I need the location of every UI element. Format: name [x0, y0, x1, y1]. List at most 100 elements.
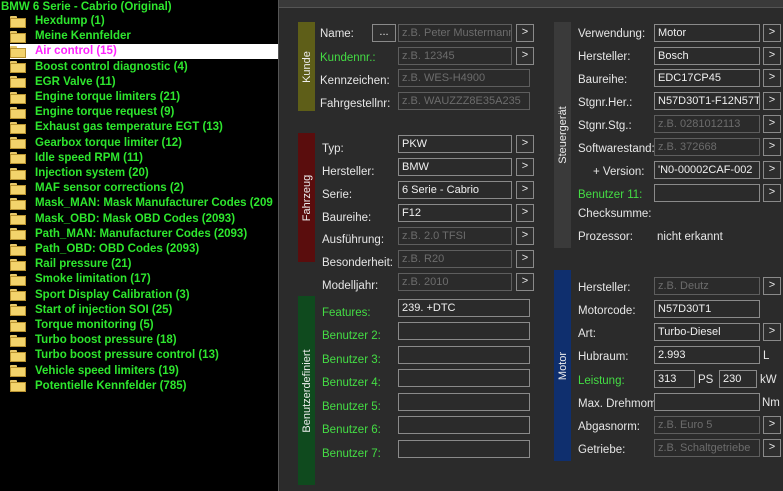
- motor-leistung-ps-field[interactable]: 313: [654, 370, 695, 388]
- stg-benutzer11-field[interactable]: [654, 184, 760, 202]
- tree-item[interactable]: Hexdump (1): [10, 14, 278, 29]
- section-fahrzeug-label: Fahrzeug: [300, 174, 313, 221]
- stg-verwendung-arrow-button[interactable]: >: [763, 24, 781, 42]
- fahrzeug-ausfuehrung-field[interactable]: z.B. 2.0 TFSI: [398, 227, 512, 245]
- tree-item[interactable]: Path_OBD: OBD Codes (2093): [10, 242, 278, 257]
- fahrzeug-hersteller-arrow-button[interactable]: >: [516, 158, 534, 176]
- tree-item[interactable]: Air control (15): [10, 44, 278, 60]
- stg-verwendung-label: Verwendung:: [578, 28, 646, 40]
- tree-item[interactable]: Meine Kennfelder: [10, 29, 278, 44]
- motor-abgasnorm-field[interactable]: z.B. Euro 5: [654, 416, 760, 434]
- fahrzeug-baureihe-field[interactable]: F12: [398, 204, 512, 222]
- tree-item[interactable]: Torque monitoring (5): [10, 318, 278, 333]
- tree-item-label: Start of injection SOI (25): [35, 303, 173, 316]
- motor-art-arrow-button[interactable]: >: [763, 323, 781, 341]
- kunde-fahrgestellnr-field[interactable]: z.B. WAUZZZ8E35A235: [398, 92, 530, 110]
- tree-item[interactable]: Mask_MAN: Mask Manufacturer Codes (209: [10, 196, 278, 211]
- tree-item[interactable]: Turbo boost pressure control (13): [10, 348, 278, 363]
- motor-hubraum-field[interactable]: 2.993: [654, 346, 760, 364]
- tree-item-label: Air control (15): [35, 45, 117, 58]
- stg-version-arrow-button[interactable]: >: [763, 161, 781, 179]
- tree-item[interactable]: Start of injection SOI (25): [10, 303, 278, 318]
- fahrzeug-ausfuehrung-arrow-button[interactable]: >: [516, 227, 534, 245]
- map-tree[interactable]: BMW 6 Serie - Cabrio (Original) Hexdump …: [0, 0, 278, 491]
- fahrzeug-modelljahr-field[interactable]: z.B. 2010: [398, 273, 512, 291]
- benutzer-field-input[interactable]: [398, 345, 530, 364]
- fahrzeug-besonderheit-field[interactable]: z.B. R20: [398, 250, 512, 268]
- fahrzeug-serie-field[interactable]: 6 Serie - Cabrio: [398, 181, 512, 199]
- motor-art-field[interactable]: Turbo-Diesel: [654, 323, 760, 341]
- stg-stgnr-her-arrow-button[interactable]: >: [763, 92, 781, 110]
- tree-item[interactable]: Engine torque limiters (21): [10, 90, 278, 105]
- stg-hersteller-arrow-button[interactable]: >: [763, 47, 781, 65]
- kunde-kennzeichen-field[interactable]: z.B. WES-H4900: [398, 69, 530, 87]
- motor-leistung-kw-field[interactable]: 230: [719, 370, 757, 388]
- tree-item[interactable]: MAF sensor corrections (2): [10, 181, 278, 196]
- stg-hersteller-field[interactable]: Bosch: [654, 47, 760, 65]
- stg-softwarestand-arrow-button[interactable]: >: [763, 138, 781, 156]
- stg-baureihe-field[interactable]: EDC17CP45: [654, 69, 760, 87]
- stg-softwarestand-field[interactable]: z.B. 372668: [654, 138, 760, 156]
- motor-abgasnorm-arrow-button[interactable]: >: [763, 416, 781, 434]
- tree-item[interactable]: Gearbox torque limiter (12): [10, 136, 278, 151]
- benutzer-field-input[interactable]: [398, 439, 530, 458]
- stg-stgnr-stg-field[interactable]: z.B. 0281012113: [654, 115, 760, 133]
- tree-item[interactable]: Boost control diagnostic (4): [10, 60, 278, 75]
- motor-hersteller-arrow-button[interactable]: >: [763, 277, 781, 295]
- benutzer-field-input[interactable]: [398, 369, 530, 387]
- tree-item[interactable]: Injection system (20): [10, 166, 278, 181]
- stg-stgnr-stg-arrow-button[interactable]: >: [763, 115, 781, 133]
- fahrzeug-baureihe-arrow-button[interactable]: >: [516, 204, 534, 222]
- tree-item[interactable]: Rail pressure (21): [10, 257, 278, 272]
- tree-item[interactable]: Sport Display Calibration (3): [10, 288, 278, 303]
- fahrzeug-serie-arrow-button[interactable]: >: [516, 181, 534, 199]
- tree-item[interactable]: Exhaust gas temperature EGT (13): [10, 120, 278, 135]
- fahrzeug-typ-arrow-button[interactable]: >: [516, 135, 534, 153]
- stg-stgnr-her-label: Stgnr.Her.:: [578, 97, 633, 109]
- benutzer-field-input[interactable]: [398, 416, 530, 434]
- benutzer-field-input[interactable]: [398, 392, 530, 411]
- tree-item[interactable]: Turbo boost pressure (18): [10, 333, 278, 348]
- fahrzeug-hersteller-field[interactable]: BMW: [398, 158, 512, 176]
- kunde-name-dots-button[interactable]: ...: [372, 24, 396, 42]
- tree-item-label: Path_MAN: Manufacturer Codes (2093): [35, 227, 248, 240]
- tree-item-label: Engine torque limiters (21): [35, 91, 181, 103]
- tree-item[interactable]: Path_MAN: Manufacturer Codes (2093): [10, 227, 278, 242]
- tree-item[interactable]: Potentielle Kennfelder (785): [10, 379, 278, 394]
- stg-version-field[interactable]: 'N0-00002CAF-002: [654, 161, 760, 179]
- motor-getriebe-arrow-button[interactable]: >: [763, 439, 781, 457]
- fahrzeug-besonderheit-arrow-button[interactable]: >: [516, 250, 534, 268]
- motor-drehmoment-field[interactable]: [654, 393, 760, 411]
- stg-stgnr-her-field[interactable]: N57D30T1-F12N57TI: [654, 92, 760, 110]
- tree-item-label: Turbo boost pressure control (13): [35, 349, 219, 362]
- stg-baureihe-label: Baureihe:: [578, 74, 628, 86]
- tree-item[interactable]: Idle speed RPM (11): [10, 151, 278, 166]
- tree-item[interactable]: EGR Valve (11): [10, 75, 278, 90]
- stg-baureihe-arrow-button[interactable]: >: [763, 69, 781, 87]
- kunde-name-field[interactable]: z.B. Peter Mustermann: [398, 24, 512, 42]
- folder-icon: [10, 45, 26, 58]
- tree-item-label: Potentielle Kennfelder (785): [35, 379, 187, 392]
- tree-item[interactable]: Vehicle speed limiters (19): [10, 364, 278, 379]
- motor-motorcode-field[interactable]: N57D30T1: [654, 300, 760, 318]
- tree-item[interactable]: Smoke limitation (17): [10, 272, 278, 287]
- tree-item[interactable]: Engine torque request (9): [10, 105, 278, 120]
- kunde-kundennr-field[interactable]: z.B. 12345: [398, 47, 512, 65]
- tree-root[interactable]: BMW 6 Serie - Cabrio (Original): [1, 0, 172, 15]
- kunde-kundennr-arrow-button[interactable]: >: [516, 47, 534, 65]
- motor-getriebe-field[interactable]: z.B. Schaltgetriebe: [654, 439, 760, 457]
- benutzer-field-input[interactable]: [398, 322, 530, 340]
- section-benutzerdefiniert: Benutzerdefiniert: [298, 296, 315, 485]
- benutzer-field-label: Benutzer 5:: [322, 400, 381, 413]
- tree-item[interactable]: Mask_OBD: Mask OBD Codes (2093): [10, 212, 278, 227]
- stg-benutzer11-arrow-button[interactable]: >: [763, 184, 781, 202]
- kunde-name-arrow-button[interactable]: >: [516, 24, 534, 42]
- benutzer-field-label: Benutzer 6:: [322, 424, 381, 436]
- stg-verwendung-field[interactable]: Motor: [654, 24, 760, 42]
- motor-hersteller-field[interactable]: z.B. Deutz: [654, 277, 760, 295]
- fahrzeug-modelljahr-arrow-button[interactable]: >: [516, 273, 534, 291]
- benutzer-features-field[interactable]: 239. +DTC: [398, 299, 530, 317]
- fahrzeug-typ-field[interactable]: PKW: [398, 135, 512, 153]
- tree-item-label: Sport Display Calibration (3): [35, 288, 190, 301]
- motor-hubraum-unit: L: [763, 350, 770, 362]
